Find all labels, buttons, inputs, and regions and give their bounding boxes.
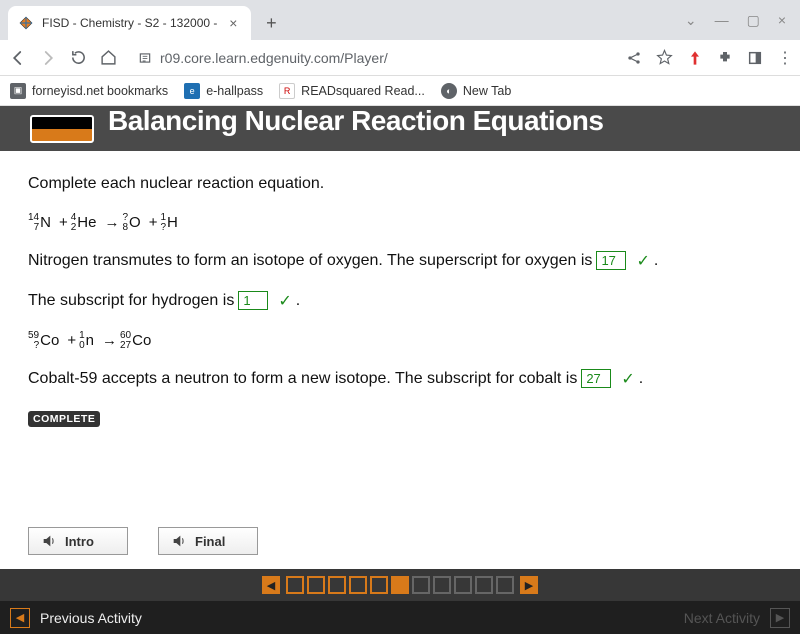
check-icon: ✓ <box>636 251 649 271</box>
question-text: Cobalt-59 accepts a neutron to form a ne… <box>28 370 577 388</box>
prev-activity-label[interactable]: Previous Activity <box>40 610 142 626</box>
answer-box[interactable]: 17 <box>596 251 626 270</box>
url-field[interactable]: r09.core.learn.edgenuity.com/Player/ <box>128 50 616 66</box>
minimize-icon[interactable]: — <box>715 12 729 29</box>
progress-step[interactable] <box>391 576 409 594</box>
globe-icon: ◐ <box>441 83 457 99</box>
lesson-header: Balancing Nuclear Reaction Equations <box>0 106 800 151</box>
bookmark-item[interactable]: ◐ New Tab <box>441 83 511 99</box>
complete-badge: COMPLETE <box>28 411 100 427</box>
final-audio-button[interactable]: Final <box>158 527 258 555</box>
bookmark-label: New Tab <box>463 84 511 98</box>
next-activity-label[interactable]: Next Activity <box>684 610 760 626</box>
chevron-down-icon[interactable]: ⌄ <box>685 12 697 29</box>
equation-2: 59?Co + 10n → 6027Co <box>28 331 772 351</box>
new-tab-button[interactable]: + <box>257 9 285 37</box>
speaker-icon <box>171 533 187 549</box>
progress-step[interactable] <box>286 576 304 594</box>
progress-step[interactable] <box>433 576 451 594</box>
next-activity-button[interactable]: ▶ <box>770 608 790 628</box>
progress-step[interactable] <box>328 576 346 594</box>
close-tab-icon[interactable]: × <box>225 15 241 31</box>
progress-next-button[interactable]: ▶ <box>520 576 538 594</box>
browser-tab-strip: FISD - Chemistry - S2 - 132000 - × + ⌄ —… <box>0 0 800 40</box>
progress-step[interactable] <box>412 576 430 594</box>
app-icon: e <box>184 83 200 99</box>
progress-step[interactable] <box>475 576 493 594</box>
menu-icon[interactable]: ⋮ <box>777 48 792 68</box>
progress-step[interactable] <box>454 576 472 594</box>
button-label: Intro <box>65 534 94 549</box>
maximize-icon[interactable]: ▢ <box>747 12 760 29</box>
tab-favicon <box>18 15 34 31</box>
bookmark-label: forneyisd.net bookmarks <box>32 84 168 98</box>
bookmark-item[interactable]: e e-hallpass <box>184 83 263 99</box>
lesson-content: Complete each nuclear reaction equation.… <box>0 151 800 521</box>
check-icon: ✓ <box>278 291 291 311</box>
question-text: Nitrogen transmutes to form an isotope o… <box>28 252 592 270</box>
home-button[interactable] <box>98 48 118 68</box>
bookmark-item[interactable]: R READsquared Read... <box>279 83 425 99</box>
footer-nav: ◀ Previous Activity Next Activity ▶ <box>0 601 800 634</box>
speaker-icon <box>41 533 57 549</box>
extensions-icon[interactable] <box>717 50 733 66</box>
intro-audio-button[interactable]: Intro <box>28 527 128 555</box>
prev-activity-button[interactable]: ◀ <box>10 608 30 628</box>
lesson-title: Balancing Nuclear Reaction Equations <box>108 106 603 137</box>
bookmark-label: READsquared Read... <box>301 84 425 98</box>
share-icon[interactable] <box>626 50 642 66</box>
site-info-icon[interactable] <box>138 51 152 65</box>
progress-step[interactable] <box>370 576 388 594</box>
progress-step[interactable] <box>496 576 514 594</box>
answer-box[interactable]: 1 <box>238 291 268 310</box>
folder-icon: ▣ <box>10 83 26 99</box>
back-button[interactable] <box>8 48 28 68</box>
equation-1: 147N + 42He → ?8O + 1?H <box>28 213 772 233</box>
app-icon: R <box>279 83 295 99</box>
prompt-text: Complete each nuclear reaction equation. <box>28 173 772 195</box>
progress-prev-button[interactable]: ◀ <box>262 576 280 594</box>
question-text: The subscript for hydrogen is <box>28 292 234 310</box>
button-label: Final <box>195 534 225 549</box>
progress-step[interactable] <box>349 576 367 594</box>
forward-button[interactable] <box>38 48 58 68</box>
reload-button[interactable] <box>68 48 88 68</box>
answer-line-2: The subscript for hydrogen is 1 ✓ . <box>28 291 772 311</box>
progress-strip: ◀ ▶ <box>0 569 800 601</box>
answer-box[interactable]: 27 <box>581 369 611 388</box>
extension-pin-icon[interactable] <box>687 50 703 66</box>
answer-line-3: Cobalt-59 accepts a neutron to form a ne… <box>28 369 772 389</box>
bookmark-star-icon[interactable] <box>656 49 673 66</box>
close-window-icon[interactable]: × <box>778 12 786 29</box>
tab-title: FISD - Chemistry - S2 - 132000 - <box>42 16 217 30</box>
window-controls: ⌄ — ▢ × <box>685 12 800 29</box>
lesson-badge <box>30 115 94 143</box>
progress-step[interactable] <box>307 576 325 594</box>
audio-button-row: Intro Final <box>0 521 800 569</box>
answer-line-1: Nitrogen transmutes to form an isotope o… <box>28 251 772 271</box>
browser-tab[interactable]: FISD - Chemistry - S2 - 132000 - × <box>8 6 251 40</box>
bookmark-label: e-hallpass <box>206 84 263 98</box>
url-text: r09.core.learn.edgenuity.com/Player/ <box>160 50 388 66</box>
bookmarks-bar: ▣ forneyisd.net bookmarks e e-hallpass R… <box>0 76 800 106</box>
check-icon: ✓ <box>621 369 634 389</box>
bookmark-folder[interactable]: ▣ forneyisd.net bookmarks <box>10 83 168 99</box>
address-bar: r09.core.learn.edgenuity.com/Player/ ⋮ <box>0 40 800 76</box>
account-icon[interactable] <box>747 50 763 66</box>
